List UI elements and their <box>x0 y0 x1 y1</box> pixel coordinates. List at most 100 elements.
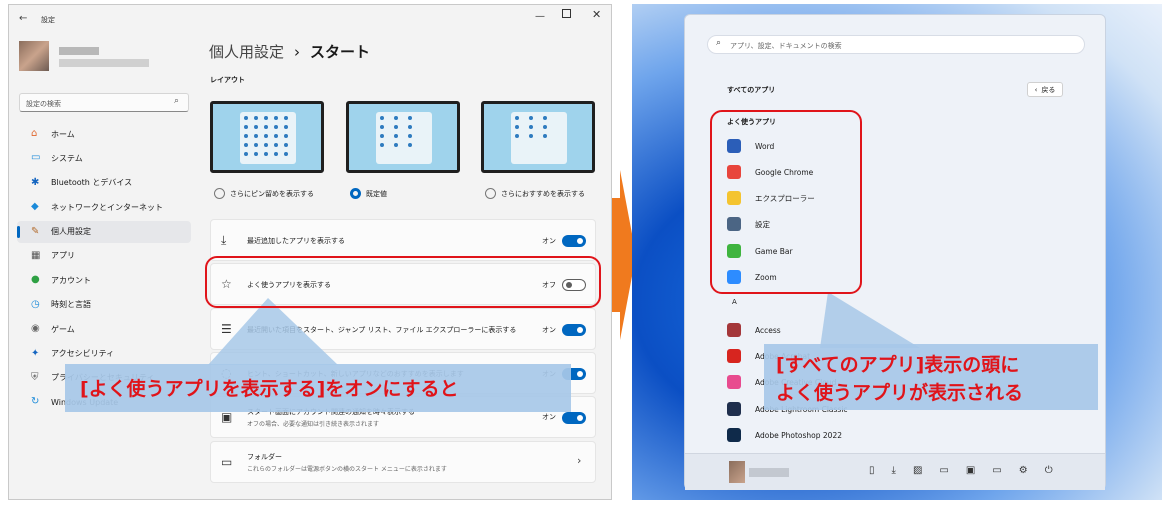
radio-button-selected[interactable] <box>350 188 361 199</box>
setting-row[interactable]: ⤓ 最近追加したアプリを表示する オン <box>210 219 596 261</box>
sidebar-item[interactable]: ● アカウント <box>17 269 191 291</box>
sidebar-item[interactable]: ▭ システム <box>17 147 191 169</box>
settings-window: ← 設定 — ✕ 設定の検索 ⌕ ⌂ ホーム ▭ システム ✱ Bluetooth とデバ… <box>8 4 612 500</box>
app-dot <box>394 134 398 138</box>
sidebar-item-label: Bluetooth とデバイス <box>51 178 133 188</box>
layout-thumbnail[interactable] <box>346 101 460 173</box>
layout-thumbnail[interactable] <box>210 101 324 173</box>
app-dot <box>284 143 288 147</box>
app-list-item[interactable]: Adobe Photoshop 2022 <box>727 427 842 443</box>
app-icon <box>727 323 741 337</box>
setting-label: フォルダー <box>247 453 282 461</box>
app-dot <box>264 143 268 147</box>
avatar[interactable] <box>19 41 49 71</box>
start-search-placeholder: アプリ、設定、ドキュメントの検索 <box>730 42 842 50</box>
folder-user-icon[interactable]: ▣ <box>966 465 975 476</box>
close-icon[interactable]: ✕ <box>592 8 601 21</box>
power-icon[interactable]: ⏻ <box>1045 465 1053 476</box>
sidebar-item-label: システム <box>51 153 83 163</box>
pen-icon: ✎ <box>31 225 40 237</box>
app-icon <box>727 428 741 442</box>
bluetooth-icon: ✱ <box>31 176 40 188</box>
layout-option-more-recs[interactable]: さらにおすすめを表示する <box>485 188 585 199</box>
app-dot <box>274 134 278 138</box>
app-dot <box>515 125 519 129</box>
app-dot <box>394 116 398 120</box>
search-icon: ⌕ <box>174 96 180 106</box>
user-name-blurred <box>59 47 99 55</box>
app-dot <box>274 116 278 120</box>
sidebar-item[interactable]: ◆ ネットワークとインターネット <box>17 196 191 218</box>
sidebar-item[interactable]: ⌂ ホーム <box>17 123 191 145</box>
highlight-frequent-toggle <box>205 256 601 308</box>
app-dot <box>380 125 384 129</box>
setting-row[interactable]: ▭ フォルダー これらのフォルダーは電源ボタンの横のスタート メニューに表示されます… <box>210 441 596 483</box>
back-button[interactable]: ‹ 戻る <box>1027 82 1063 97</box>
settings-icon[interactable]: ⚙ <box>1019 465 1028 476</box>
video-icon[interactable]: ▭ <box>939 465 948 476</box>
setting-description: これらのフォルダーは電源ボタンの横のスタート メニューに表示されます <box>247 466 447 473</box>
app-list-item[interactable]: Access <box>727 322 781 338</box>
app-dot <box>284 134 288 138</box>
chevron-right-icon[interactable]: › <box>577 454 581 467</box>
layout-option-label: さらにピン留めを表示する <box>230 189 314 198</box>
sidebar-item[interactable]: ✎ 個人用設定 <box>17 220 191 243</box>
app-dot <box>529 125 533 129</box>
avatar[interactable] <box>729 461 745 483</box>
app-name: Access <box>755 325 781 335</box>
sidebar-item-label: アカウント <box>51 275 91 285</box>
app-dot <box>254 116 258 120</box>
app-dot <box>254 143 258 147</box>
document-icon[interactable]: ▯ <box>869 465 875 476</box>
layout-option-more-pins[interactable]: さらにピン留めを表示する <box>214 188 314 199</box>
app-dot <box>394 143 398 147</box>
sidebar-item[interactable]: ✱ Bluetooth とデバイス <box>17 172 191 194</box>
selection-indicator <box>17 225 20 238</box>
radio-button[interactable] <box>485 188 496 199</box>
download-icon[interactable]: ⤓ <box>892 465 896 476</box>
app-dot <box>408 116 412 120</box>
app-name: Adobe Photoshop 2022 <box>755 430 842 440</box>
toggle-switch[interactable] <box>562 412 586 424</box>
start-search-input[interactable]: ⌕ アプリ、設定、ドキュメントの検索 <box>707 35 1085 54</box>
app-dot <box>515 134 519 138</box>
callout-pointer <box>820 292 920 348</box>
search-icon: ⌕ <box>716 38 722 48</box>
back-label: 戻る <box>1041 85 1056 94</box>
right-callout-line2: よく使うアプリが表示される <box>776 382 1024 404</box>
app-dot <box>274 125 278 129</box>
app-dot <box>244 116 248 120</box>
layout-preview <box>376 112 432 164</box>
breadcrumb-parent[interactable]: 個人用設定 <box>209 41 284 62</box>
app-dot <box>408 125 412 129</box>
setting-label: 最近追加したアプリを表示する <box>247 237 345 245</box>
footer-shortcuts: ▯ ⤓ ▨ ▭ ▣ ▭ ⚙ ⏻ <box>869 465 1053 476</box>
app-dot <box>529 134 533 138</box>
radio-button[interactable] <box>214 188 225 199</box>
app-dot <box>264 125 268 129</box>
sidebar-item-label: ホーム <box>51 129 75 139</box>
search-placeholder: 設定の検索 <box>26 100 61 108</box>
home-icon: ⌂ <box>31 128 38 139</box>
app-dot <box>254 125 258 129</box>
layout-thumbnail[interactable] <box>481 101 595 173</box>
app-icon <box>727 375 741 389</box>
sidebar-item-label: アプリ <box>51 251 75 261</box>
sidebar-item[interactable]: ▦ アプリ <box>17 245 191 267</box>
app-dot <box>244 152 248 156</box>
app-dot <box>264 152 268 156</box>
folder-icon[interactable]: ▭ <box>992 465 1001 476</box>
back-arrow-icon[interactable]: ← <box>19 13 27 24</box>
app-dot <box>380 134 384 138</box>
maximize-icon[interactable] <box>562 9 571 18</box>
network-icon: ◆ <box>31 201 39 213</box>
layout-option-default[interactable]: 既定値 <box>350 188 387 199</box>
search-input[interactable]: 設定の検索 ⌕ <box>19 93 189 112</box>
toggle-switch[interactable] <box>562 235 586 247</box>
minimize-icon[interactable]: — <box>535 11 545 22</box>
shield-icon: ⛨ <box>31 371 39 383</box>
right-callout-line1: [すべてのアプリ]表示の頭に <box>776 354 1020 376</box>
app-icon <box>727 349 741 363</box>
user-name-blurred <box>749 468 789 477</box>
image-icon[interactable]: ▨ <box>913 465 922 476</box>
